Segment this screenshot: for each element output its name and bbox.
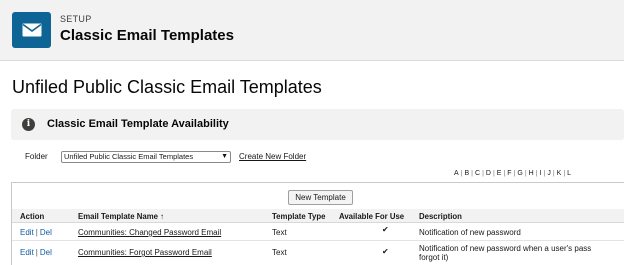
checkmark-icon: ✔: [382, 247, 389, 256]
folder-select-value: Unfiled Public Classic Email Templates: [64, 152, 194, 161]
template-name-link[interactable]: Communities: Forgot Password Email: [78, 248, 212, 257]
column-header-type: Template Type: [272, 212, 326, 221]
alpha-index-h[interactable]: H: [529, 170, 534, 177]
folder-label: Folder: [25, 152, 48, 161]
page-title: Unfiled Public Classic Email Templates: [12, 77, 322, 97]
sort-ascending-icon: ↑: [160, 212, 165, 221]
info-icon: i: [22, 118, 35, 131]
envelope-icon: [12, 12, 51, 48]
column-header-description: Description: [419, 212, 462, 221]
table-header-row: Action Email Template Name ↑ Template Ty…: [12, 209, 624, 223]
column-header-available: Available For Use: [339, 212, 405, 221]
availability-title: Classic Email Template Availability: [47, 118, 229, 130]
column-header-name-label: Email Template Name: [78, 212, 159, 221]
alpha-index: A | B | C | D | E | F | G | H | I | J | K | L: [454, 170, 572, 177]
template-description-line2: forgot it): [419, 253, 449, 262]
page-header-title: Classic Email Templates: [60, 27, 234, 44]
edit-link[interactable]: Edit: [20, 228, 34, 237]
row-actions: Edit | Del: [20, 228, 52, 237]
alpha-index-l[interactable]: L: [567, 170, 571, 177]
row-actions: Edit | Del: [20, 248, 52, 257]
template-type: Text: [272, 248, 287, 257]
chevron-down-icon: ▼: [221, 153, 228, 160]
template-description: Notification of new password when a user…: [419, 244, 591, 262]
alpha-index-a[interactable]: A: [454, 170, 459, 177]
table-row: Edit | Del Communities: Forgot Password Em…: [12, 241, 624, 265]
delete-link[interactable]: Del: [40, 248, 52, 257]
availability-section[interactable]: i Classic Email Template Availability: [11, 109, 624, 140]
template-description-line1: Notification of new password when a user…: [419, 244, 592, 253]
column-header-name[interactable]: Email Template Name ↑: [78, 212, 164, 221]
template-description: Notification of new password: [419, 228, 521, 237]
table-row: Edit | Del Communities: Changed Password E…: [12, 223, 624, 241]
alpha-index-f[interactable]: F: [507, 170, 511, 177]
checkmark-icon: ✔: [382, 225, 389, 234]
setup-kicker: SETUP: [60, 14, 92, 24]
column-header-action: Action: [20, 212, 45, 221]
delete-link[interactable]: Del: [40, 228, 52, 237]
template-type: Text: [272, 228, 287, 237]
folder-select[interactable]: Unfiled Public Classic Email Templates ▼: [61, 151, 231, 163]
template-name-link[interactable]: Communities: Changed Password Email: [78, 228, 221, 237]
new-template-button[interactable]: New Template: [288, 190, 353, 205]
setup-header: SETUP Classic Email Templates: [0, 0, 624, 61]
create-new-folder-link[interactable]: Create New Folder: [239, 152, 306, 161]
edit-link[interactable]: Edit: [20, 248, 34, 257]
